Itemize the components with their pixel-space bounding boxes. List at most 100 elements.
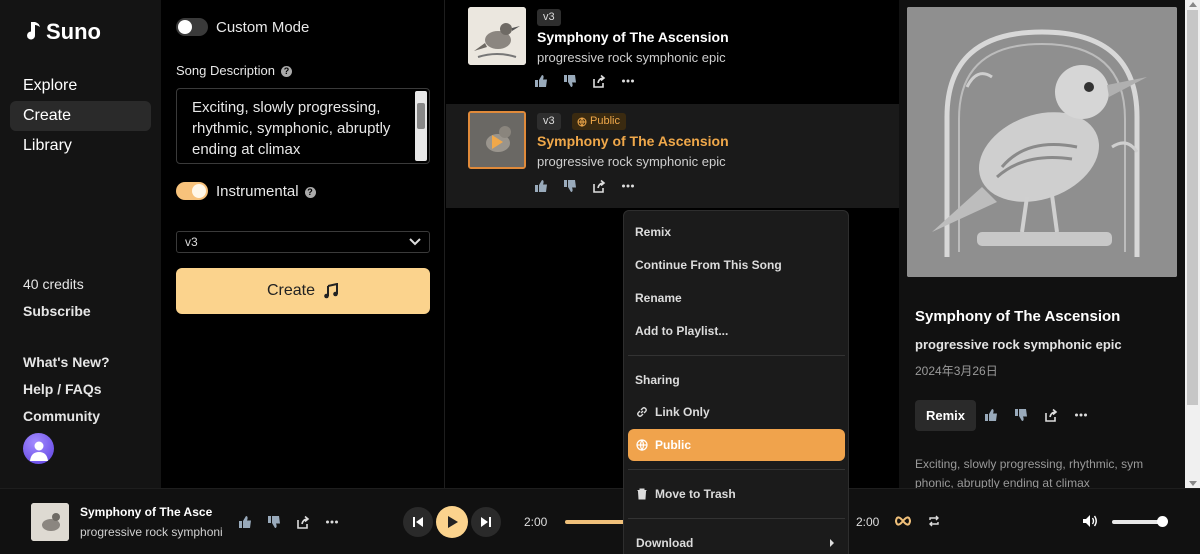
detail-title: Symphony of The Ascension (915, 308, 1121, 325)
scroll-down-arrow[interactable] (1189, 481, 1197, 486)
menu-header-sharing: Sharing (635, 373, 680, 387)
textarea-scrollbar[interactable] (415, 91, 427, 161)
share-icon[interactable] (296, 515, 310, 529)
more-icon[interactable] (621, 74, 635, 88)
create-button-label: Create (266, 282, 316, 299)
repeat-icon[interactable] (928, 515, 940, 527)
custom-mode-toggle[interactable] (176, 18, 208, 36)
volume-slider-handle[interactable] (1157, 516, 1168, 527)
bird-artwork-icon (907, 7, 1177, 277)
player-title[interactable]: Symphony of The Asce (80, 505, 212, 519)
model-select-value: v3 (185, 235, 198, 249)
avatar[interactable] (23, 433, 54, 464)
help-icon[interactable]: ? (304, 187, 316, 198)
instrumental-toggle[interactable] (176, 182, 208, 200)
menu-item-download[interactable]: Download (628, 527, 845, 554)
detail-date: 2024年3月26日 (915, 364, 998, 378)
bird-artwork-icon (470, 113, 524, 167)
scroll-up-arrow[interactable] (1189, 2, 1197, 7)
duration-time: 2:00 (856, 515, 880, 529)
globe-icon (636, 439, 648, 451)
thumbs-up-icon[interactable] (238, 515, 252, 529)
version-badge: v3 (537, 113, 561, 130)
credits-count: 40 credits (23, 276, 84, 292)
scrollbar-thumb[interactable] (1187, 10, 1198, 405)
help-faqs-link[interactable]: Help / FAQs (23, 381, 102, 397)
share-icon[interactable] (1044, 408, 1058, 422)
menu-item-add-to-playlist[interactable]: Add to Playlist... (635, 324, 728, 338)
create-button[interactable]: Create (176, 268, 430, 314)
cover-art (907, 7, 1177, 277)
song-title[interactable]: Symphony of The Ascension (537, 29, 729, 45)
song-thumbnail[interactable] (468, 111, 526, 169)
song-description-value: Exciting, slowly progressing, rhythmic, … (192, 99, 391, 158)
progress-bar[interactable] (565, 520, 625, 524)
thumbs-up-icon[interactable] (534, 179, 548, 193)
menu-item-public[interactable]: Public (628, 429, 845, 461)
thumbs-up-icon[interactable] (984, 408, 998, 422)
share-icon[interactable] (592, 74, 606, 88)
more-icon[interactable] (325, 515, 339, 529)
player-bar: Symphony of The Asce progressive rock sy… (0, 488, 1200, 554)
song-description-label: Song Description? (176, 63, 292, 78)
community-link[interactable]: Community (23, 408, 100, 424)
music-note-icon (324, 283, 339, 299)
globe-icon (577, 117, 587, 127)
song-row[interactable]: v3 Symphony of The Ascension progressive… (446, 0, 899, 104)
volume-icon[interactable] (1082, 514, 1098, 528)
context-menu: Remix Continue From This Song Rename Add… (623, 210, 849, 554)
subscribe-link[interactable]: Subscribe (23, 303, 91, 319)
loop-icon[interactable] (895, 516, 911, 526)
bird-artwork-icon (468, 7, 526, 65)
chevron-down-icon (409, 238, 421, 246)
more-icon[interactable] (1074, 408, 1088, 422)
trash-icon (637, 488, 647, 500)
song-tags: progressive rock symphonic epic (537, 154, 726, 169)
menu-item-continue[interactable]: Continue From This Song (635, 258, 782, 272)
menu-divider (628, 469, 845, 470)
menu-divider (628, 518, 845, 519)
nav-library[interactable]: Library (10, 131, 151, 161)
thumbs-down-icon[interactable] (1014, 408, 1028, 422)
song-title[interactable]: Symphony of The Ascension (537, 133, 729, 149)
more-icon[interactable] (621, 179, 635, 193)
volume-slider[interactable] (1112, 520, 1162, 524)
menu-divider (628, 355, 845, 356)
share-icon[interactable] (592, 179, 606, 193)
next-button[interactable] (471, 507, 501, 537)
song-description-input[interactable]: Exciting, slowly progressing, rhythmic, … (176, 88, 430, 164)
player-thumbnail[interactable] (31, 503, 69, 541)
page-scrollbar[interactable] (1185, 0, 1200, 488)
remix-button[interactable]: Remix (915, 400, 976, 431)
thumbs-down-icon[interactable] (563, 179, 577, 193)
player-subtitle: progressive rock symphoni (80, 525, 223, 539)
suno-logo[interactable]: Suno (23, 19, 101, 45)
whats-new-link[interactable]: What's New? (23, 354, 110, 370)
song-thumbnail[interactable] (468, 7, 526, 65)
play-icon (448, 516, 458, 528)
menu-item-remix[interactable]: Remix (635, 225, 671, 239)
nav-explore[interactable]: Explore (10, 71, 151, 101)
thumbs-down-icon[interactable] (563, 74, 577, 88)
menu-item-link-only[interactable]: Link Only (628, 396, 845, 428)
app-name: Suno (46, 19, 101, 44)
skip-forward-icon (481, 517, 491, 527)
nav-create[interactable]: Create (10, 101, 151, 131)
bird-artwork-icon (31, 503, 69, 541)
song-row[interactable]: v3 Public Symphony of The Ascension prog… (446, 104, 899, 208)
play-button[interactable] (436, 506, 468, 538)
thumbs-up-icon[interactable] (534, 74, 548, 88)
link-icon (637, 407, 647, 417)
elapsed-time: 2:00 (524, 515, 548, 529)
menu-item-move-to-trash[interactable]: Move to Trash (628, 478, 845, 510)
help-icon[interactable]: ? (281, 66, 292, 77)
thumbs-down-icon[interactable] (267, 515, 281, 529)
previous-button[interactable] (403, 507, 433, 537)
custom-mode-label: Custom Mode (216, 19, 310, 36)
model-select[interactable]: v3 (176, 231, 430, 253)
detail-description: Exciting, slowly progressing, rhythmic, … (915, 457, 1144, 488)
instrumental-label: Instrumental? (216, 183, 316, 200)
chevron-right-icon (830, 539, 834, 547)
skip-back-icon (413, 517, 423, 527)
menu-item-rename[interactable]: Rename (635, 291, 682, 305)
